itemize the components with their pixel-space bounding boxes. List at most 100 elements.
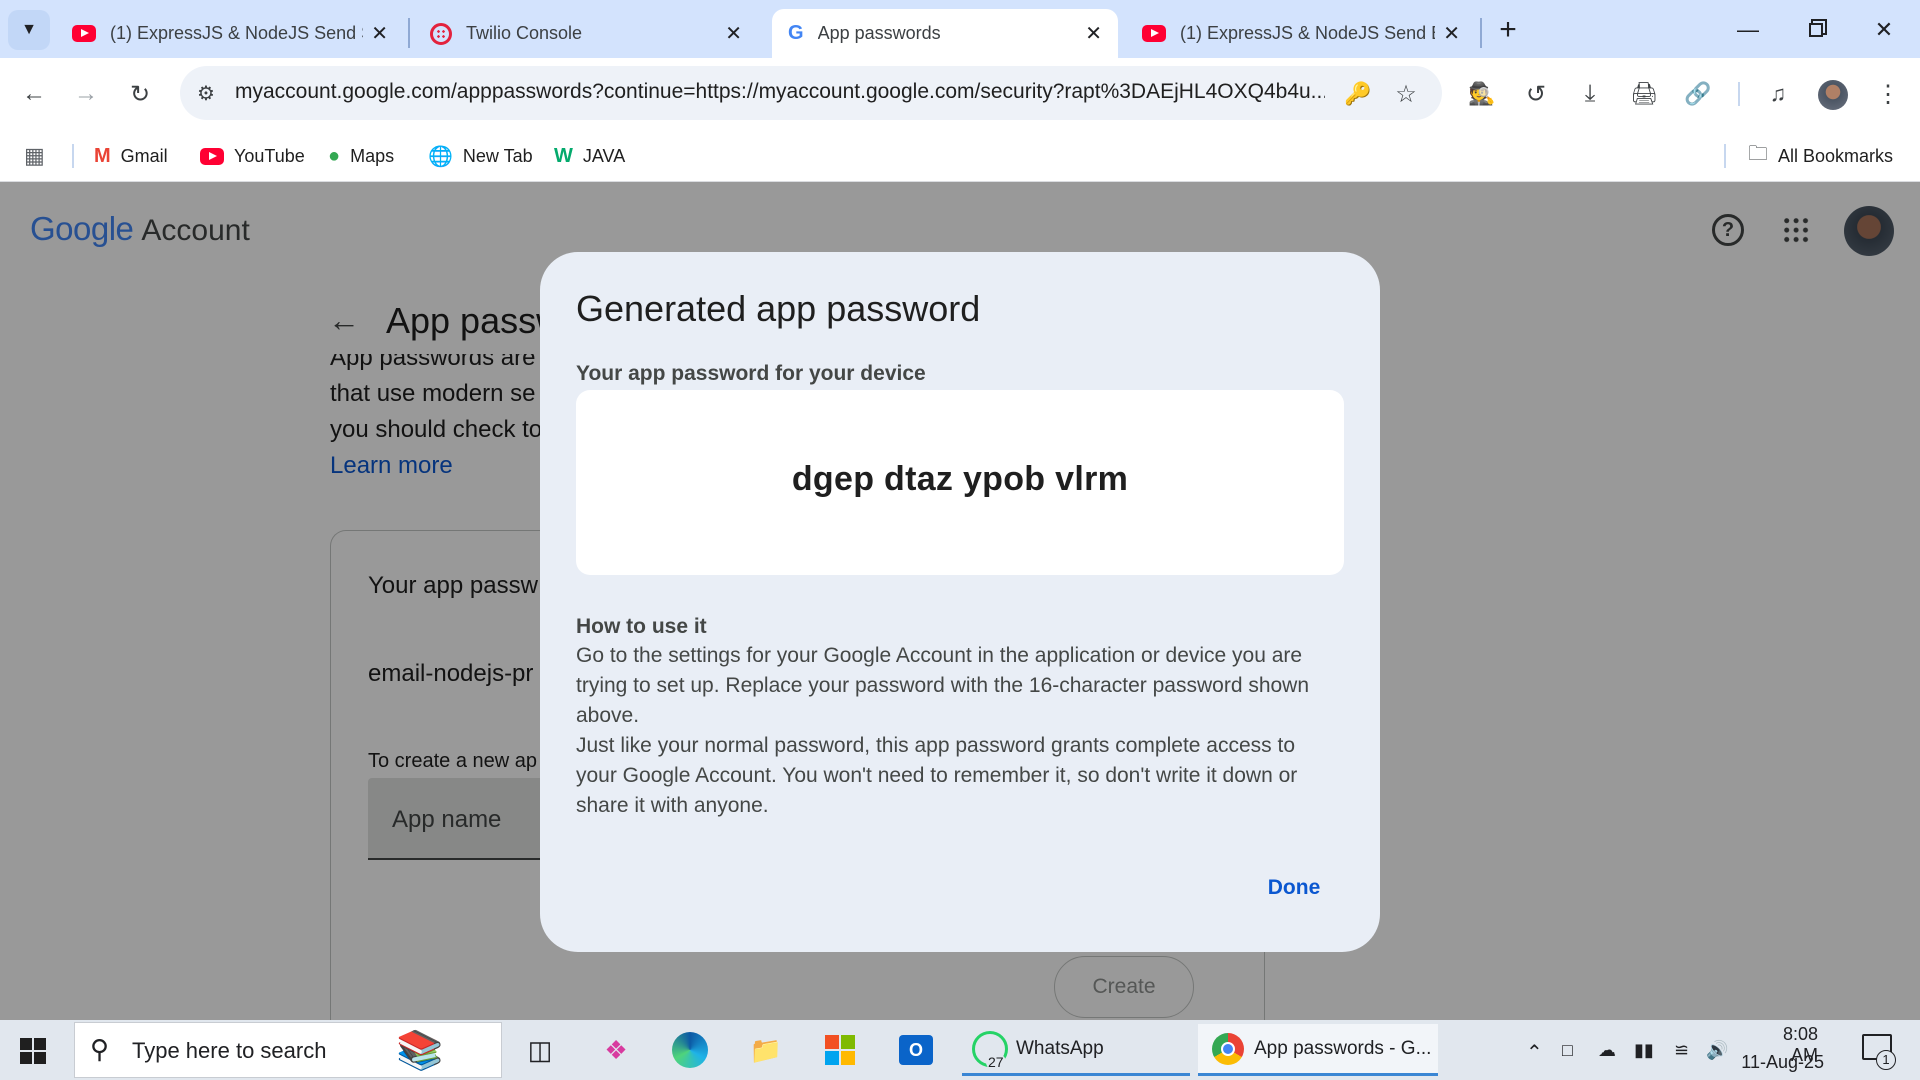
toolbar-divider [1738, 82, 1740, 106]
bookmark-label: Maps [350, 145, 395, 166]
youtube-icon [1142, 25, 1166, 42]
back-button[interactable]: ← [16, 76, 52, 112]
new-tab-button[interactable]: + [1490, 12, 1526, 48]
taskbar-search-placeholder: Type here to search [132, 1038, 327, 1063]
bookmark-gmail[interactable]: M Gmail [94, 136, 168, 176]
google-icon: G [788, 22, 804, 44]
bookmark-maps[interactable]: ● Maps [328, 136, 394, 176]
globe-icon: 🌐 [428, 145, 453, 168]
download-icon[interactable]: ⤓ [1572, 76, 1608, 112]
bookmark-star-icon[interactable]: ☆ [1388, 76, 1424, 112]
close-icon: ✕ [1874, 17, 1894, 42]
battery-icon[interactable]: ▮▮ [1634, 1040, 1654, 1061]
search-icon: ⚲ [90, 1034, 110, 1064]
howto-heading: How to use it [576, 615, 707, 638]
incognito-icon[interactable]: 🕵 [1464, 76, 1500, 112]
chevron-down-icon: ▼ [21, 21, 37, 38]
show-hidden-icons[interactable]: ⌃ [1526, 1040, 1543, 1065]
plus-icon: + [1499, 13, 1517, 46]
tab-title: (1) ExpressJS & NodeJS Send SM [110, 23, 364, 43]
twilio-icon [430, 22, 452, 45]
link-icon[interactable]: 🔗 [1680, 76, 1716, 112]
windows-start-icon[interactable] [20, 1038, 46, 1064]
minimize-button[interactable]: — [1722, 10, 1774, 50]
microsoft-store-icon[interactable] [818, 1024, 862, 1076]
chrome-icon [1212, 1032, 1244, 1065]
media-control-icon[interactable]: ♫ [1760, 76, 1796, 112]
all-bookmarks-label: All Bookmarks [1778, 145, 1894, 166]
print-icon[interactable]: 🖨 [1626, 76, 1662, 112]
onedrive-icon[interactable]: ☁ [1598, 1040, 1616, 1061]
bookmark-label: YouTube [234, 145, 305, 166]
password-key-icon[interactable]: 🔑 [1340, 76, 1376, 112]
youtube-icon [200, 147, 224, 165]
tab-search-button[interactable]: ▼ [8, 10, 50, 50]
maps-icon: ● [328, 144, 341, 167]
howto-line: above. [576, 704, 640, 727]
site-info-icon[interactable]: ⚙ [192, 80, 220, 106]
tab-title: App passwords [817, 23, 941, 43]
restore-button[interactable] [1790, 10, 1842, 50]
tab-title: Twilio Console [466, 23, 583, 43]
close-icon[interactable]: ✕ [1443, 21, 1460, 46]
w3schools-icon: W [554, 144, 573, 167]
chrome-label: App passwords - G... [1254, 1037, 1432, 1059]
bookmark-new-tab[interactable]: 🌐 New Tab [428, 136, 533, 176]
tab-title: (1) ExpressJS & NodeJS Send Em [1180, 23, 1436, 43]
howto-line: trying to set up. Replace your password … [576, 674, 1310, 697]
url-text[interactable]: myaccount.google.com/apppasswords?contin… [235, 80, 1325, 104]
close-icon[interactable]: ✕ [1085, 21, 1102, 46]
forward-button[interactable]: → [68, 76, 104, 112]
tab-expressjs-email[interactable]: (1) ExpressJS & NodeJS Send Em ✕ [1126, 9, 1476, 58]
youtube-icon [72, 25, 96, 42]
generated-password[interactable]: dgep dtaz ypob vlrm [576, 460, 1344, 499]
notification-count: 1 [1876, 1050, 1896, 1070]
howto-line: Go to the settings for your Google Accou… [576, 644, 1303, 667]
meet-now-icon[interactable]: □ [1562, 1040, 1573, 1061]
minimize-icon: — [1737, 17, 1759, 42]
folder-icon: 🗀 [1748, 143, 1768, 165]
bookmark-java[interactable]: W JAVA [554, 136, 625, 176]
howto-line: Just like your normal password, this app… [576, 734, 1295, 757]
whatsapp-badge: 27 [986, 1054, 1006, 1070]
tab-app-passwords[interactable]: G App passwords ✕ [772, 9, 1118, 58]
tab-twilio-console[interactable]: Twilio Console ✕ [414, 9, 758, 58]
search-highlight-icon: 📚 [396, 1030, 444, 1072]
reload-button[interactable]: ↻ [122, 76, 158, 112]
close-window-button[interactable]: ✕ [1858, 10, 1910, 50]
bookmark-label: JAVA [582, 145, 626, 166]
howto-line: share it with anyone. [576, 794, 769, 817]
profile-avatar[interactable] [1818, 80, 1848, 110]
taskbar-chrome[interactable]: App passwords - G... [1198, 1024, 1438, 1076]
history-icon[interactable]: ↺ [1518, 76, 1554, 112]
close-icon[interactable]: ✕ [371, 21, 388, 46]
bookmarks-divider [1724, 144, 1726, 168]
task-view-icon[interactable]: ◫ [520, 1024, 560, 1076]
bookmark-youtube[interactable]: YouTube [200, 136, 305, 176]
tab-separator [408, 18, 410, 48]
more-menu-icon[interactable]: ⋮ [1870, 76, 1906, 112]
done-button[interactable]: Done [1248, 868, 1340, 908]
outlook-icon[interactable]: O [894, 1024, 938, 1076]
arrow-left-icon: ← [22, 80, 46, 107]
close-icon[interactable]: ✕ [725, 21, 742, 46]
all-bookmarks[interactable]: 🗀 All Bookmarks [1748, 136, 1893, 176]
edge-icon[interactable] [668, 1024, 712, 1076]
bookmark-label: New Tab [462, 145, 533, 166]
wifi-icon[interactable]: ≌ [1674, 1040, 1689, 1061]
whatsapp-label: WhatsApp [1016, 1037, 1104, 1059]
bookmarks-divider [72, 144, 74, 168]
taskbar-whatsapp[interactable]: 27 WhatsApp [962, 1024, 1190, 1076]
tab-expressjs-sms[interactable]: (1) ExpressJS & NodeJS Send SM ✕ [56, 9, 404, 58]
dialog-title: Generated app password [576, 288, 981, 329]
clock-date[interactable]: 11-Aug-25 [1740, 1052, 1824, 1073]
volume-icon[interactable]: 🔊 [1706, 1040, 1728, 1061]
arrow-right-icon: → [74, 80, 98, 107]
reload-icon: ↻ [129, 80, 151, 108]
bookmark-label: Gmail [120, 145, 168, 166]
apps-grid-icon[interactable]: ▦ [24, 136, 45, 176]
file-explorer-icon[interactable]: 📁 [744, 1024, 788, 1076]
generated-password-dialog [540, 252, 1380, 952]
tab-separator [1480, 18, 1482, 48]
copilot-icon[interactable]: ❖ [594, 1024, 638, 1076]
